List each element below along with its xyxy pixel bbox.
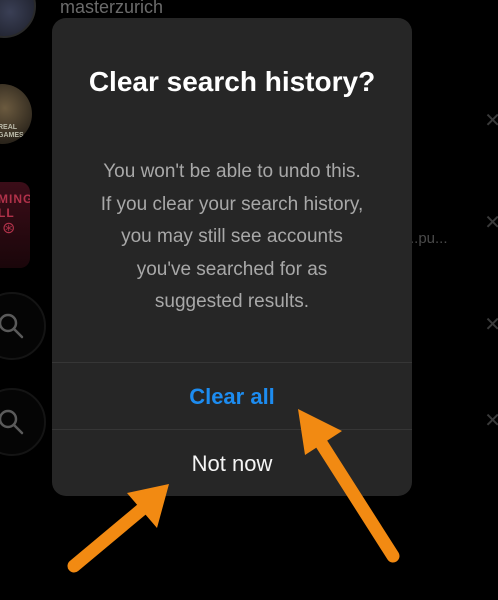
gamepad-icon: ⊛	[2, 220, 16, 237]
close-icon[interactable]: ✕	[484, 210, 498, 235]
not-now-button[interactable]: Not now	[52, 430, 412, 496]
clear-all-button[interactable]: Clear all	[52, 363, 412, 429]
search-icon	[0, 313, 24, 339]
history-subtitle: ..pu...	[410, 230, 448, 247]
close-icon[interactable]: ✕	[484, 408, 498, 433]
close-icon[interactable]: ✕	[484, 312, 498, 337]
avatar-label: MING LL	[0, 192, 30, 220]
close-icon[interactable]: ✕	[484, 108, 498, 133]
dialog-message: You won't be able to undo this. If you c…	[100, 161, 364, 312]
avatar[interactable]	[0, 0, 36, 38]
avatar[interactable]: MING LL ⊛	[0, 182, 30, 268]
history-username[interactable]: masterzurich	[60, 0, 163, 18]
avatar-label: REAL GAMES	[0, 124, 24, 139]
avatar[interactable]: REAL GAMES	[0, 84, 32, 144]
dialog-title: Clear search history?	[88, 66, 376, 97]
clear-history-dialog: Clear search history? You won't be able …	[52, 18, 412, 496]
search-history-item[interactable]	[0, 388, 46, 456]
screen: masterzurich REAL GAMES MING LL ⊛ ✕ ✕ ✕ …	[0, 0, 498, 600]
search-history-item[interactable]	[0, 292, 46, 360]
search-icon	[0, 409, 24, 435]
